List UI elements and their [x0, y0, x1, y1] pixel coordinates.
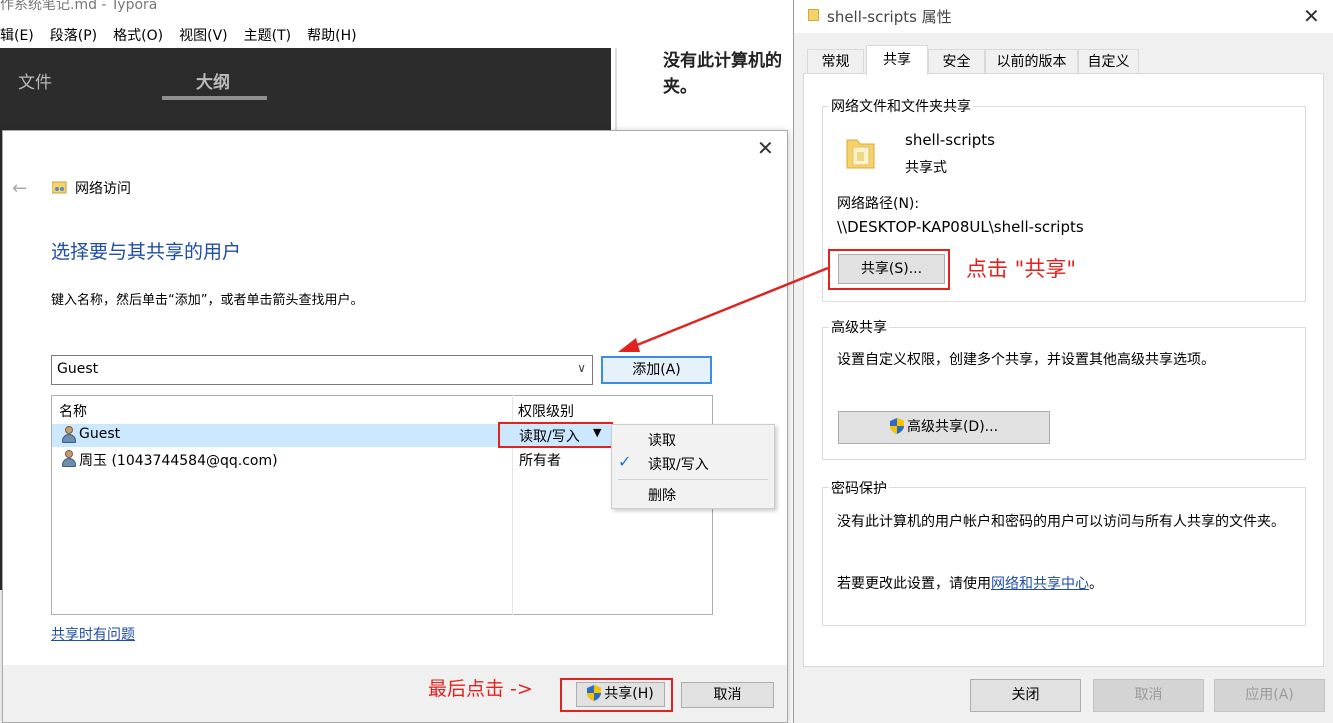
- menu-separator: [618, 479, 768, 480]
- tab-customize[interactable]: 自定义: [1078, 49, 1139, 73]
- close-button[interactable]: 关闭: [970, 679, 1081, 712]
- password-protection-group: [822, 487, 1306, 626]
- user-name: Guest: [79, 426, 121, 442]
- combobox-value: Guest: [57, 361, 99, 377]
- user-name: 周玉 (1043744584@qq.com): [79, 453, 278, 469]
- menu-edit[interactable]: 辑(E): [0, 24, 42, 48]
- menu-item-remove[interactable]: 删除: [648, 485, 676, 505]
- sidebar-tab-files[interactable]: 文件: [18, 68, 52, 93]
- tab-security[interactable]: 安全: [928, 49, 985, 73]
- folder-name: shell-scripts: [905, 131, 995, 149]
- dialog-instruction: 键入名称，然后单击“添加”，或者单击箭头查找用户。: [51, 293, 364, 308]
- typora-title: 作系统笔记.md - Typora: [0, 0, 795, 22]
- network-sharing-center-link[interactable]: 网络和共享中心: [991, 576, 1089, 592]
- chevron-down-icon[interactable]: ∨: [577, 361, 586, 375]
- network-path-value: \\DESKTOP-KAP08UL\shell-scripts: [837, 218, 1084, 236]
- typora-sidebar: 文件 大纲: [0, 48, 611, 130]
- cancel-button[interactable]: 取消: [681, 682, 774, 708]
- share-button[interactable]: 共享(H): [576, 682, 665, 707]
- menu-format[interactable]: 格式(O): [105, 24, 171, 48]
- uac-shield-icon: [587, 685, 602, 701]
- menu-theme[interactable]: 主题(T): [236, 24, 299, 48]
- group-title: 网络文件和文件夹共享: [829, 96, 973, 116]
- change-setting-prefix: 若要更改此设置，请使用: [837, 576, 991, 592]
- sidebar-tab-outline[interactable]: 大纲: [196, 68, 230, 93]
- tab-general[interactable]: 常规: [807, 49, 864, 73]
- dialog-heading: 选择要与其共享的用户: [51, 241, 242, 263]
- annotation-final-click: 最后点击 ->: [428, 678, 533, 700]
- password-protection-description: 没有此计算机的用户帐户和密码的用户可以访问与所有人共享的文件夹。: [837, 514, 1285, 530]
- column-header-name[interactable]: 名称: [59, 401, 87, 421]
- shared-folder-icon: [846, 139, 875, 169]
- folder-share-state: 共享式: [905, 160, 947, 176]
- close-icon[interactable]: ✕: [757, 138, 774, 158]
- annotation-click-share: 点击 "共享": [966, 257, 1076, 281]
- uac-shield-icon: [889, 418, 904, 434]
- typora-content-text: 没有此计算机的 夹。: [663, 51, 782, 97]
- tab-share[interactable]: 共享: [866, 45, 928, 75]
- typora-menu-bar: 辑(E) 段落(P) 格式(O) 视图(V) 主题(T) 帮助(H): [0, 24, 795, 48]
- share-button-label: 共享(H): [604, 686, 654, 702]
- cancel-button[interactable]: 取消: [1093, 679, 1204, 712]
- add-button[interactable]: 添加(A): [601, 356, 712, 384]
- dropdown-arrow-icon[interactable]: ▼: [593, 426, 601, 439]
- user-icon: [61, 450, 77, 467]
- menu-help[interactable]: 帮助(H): [299, 24, 364, 48]
- dialog-breadcrumb: 网络访问: [75, 181, 131, 197]
- advanced-sharing-description: 设置自定义权限，创建多个共享，并设置其他高级共享选项。: [837, 352, 1215, 368]
- checkmark-icon: ✓: [618, 452, 632, 471]
- tab-previous-versions[interactable]: 以前的版本: [985, 49, 1078, 73]
- typora-divider: [615, 48, 617, 138]
- menu-paragraph[interactable]: 段落(P): [42, 24, 105, 48]
- apply-button[interactable]: 应用(A): [1214, 679, 1325, 712]
- trouble-sharing-link[interactable]: 共享时有问题: [51, 624, 135, 644]
- back-arrow-icon[interactable]: ←: [12, 178, 27, 199]
- advanced-sharing-button[interactable]: 高级共享(D)...: [838, 411, 1050, 444]
- permission-level: 所有者: [519, 453, 561, 469]
- properties-title: shell-scripts 属性: [827, 8, 952, 26]
- menu-view[interactable]: 视图(V): [171, 24, 236, 48]
- outline-tab-underline: [162, 96, 267, 100]
- menu-item-read[interactable]: 读取: [648, 430, 676, 450]
- change-setting-text: 若要更改此设置，请使用网络和共享中心。: [837, 573, 1103, 593]
- change-setting-suffix: 。: [1089, 576, 1103, 592]
- group-title: 高级共享: [829, 317, 889, 337]
- menu-item-read-write[interactable]: 读取/写入: [648, 454, 709, 474]
- permission-context-menu: 读取 ✓ 读取/写入 删除: [611, 424, 775, 509]
- share-folder-button[interactable]: 共享(S)...: [838, 254, 945, 284]
- network-folder-icon: [52, 181, 67, 194]
- column-header-permission[interactable]: 权限级别: [518, 401, 574, 421]
- close-icon[interactable]: ✕: [1303, 4, 1320, 28]
- advanced-sharing-label: 高级共享(D)...: [906, 419, 999, 435]
- folder-icon: [808, 9, 819, 21]
- group-title: 密码保护: [829, 478, 889, 498]
- user-icon: [61, 426, 77, 443]
- user-name-combobox[interactable]: Guest ∨: [51, 355, 593, 385]
- network-path-label: 网络路径(N):: [837, 196, 920, 212]
